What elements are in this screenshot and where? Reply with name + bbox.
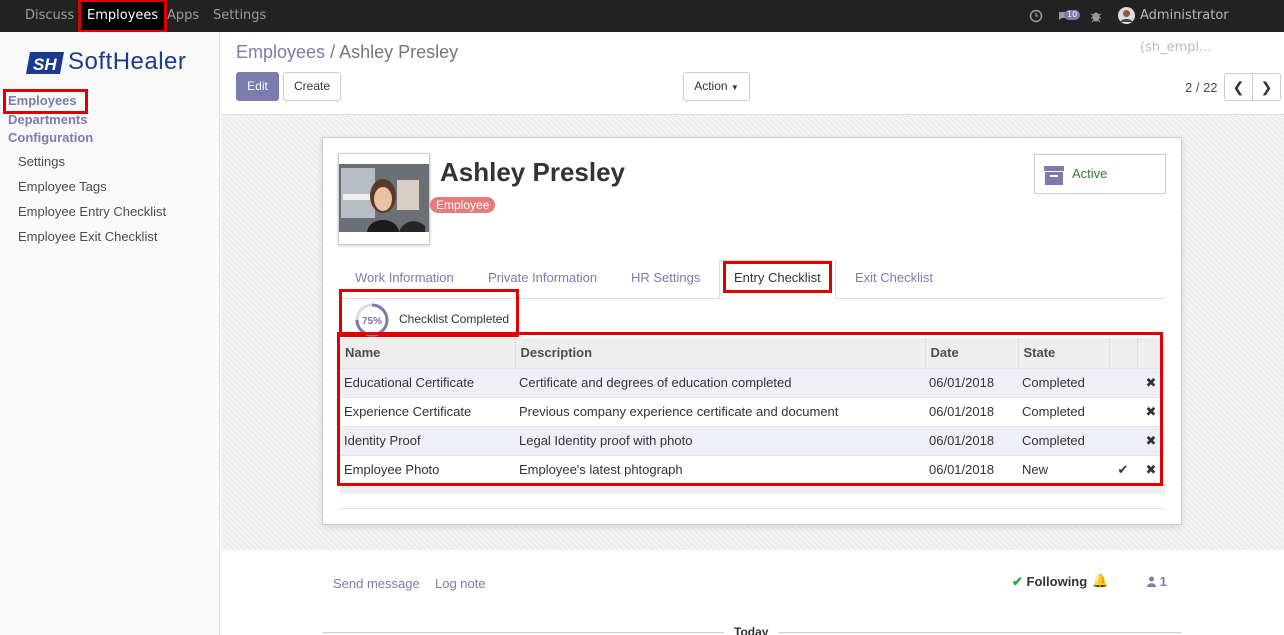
employee-name: Ashley Presley <box>440 157 626 187</box>
employee-photo[interactable] <box>338 153 430 245</box>
archive-icon <box>1044 166 1064 185</box>
nav-settings[interactable]: Settings <box>213 0 266 32</box>
tab-hr-settings[interactable]: HR Settings <box>631 270 700 285</box>
followers-button[interactable]: 1 <box>1147 574 1167 589</box>
user-name[interactable]: Administrator (sh_empl... <box>1140 0 1284 55</box>
today-label: Today <box>724 625 779 635</box>
svg-text:SH: SH <box>33 55 57 74</box>
log-note-link[interactable]: Log note <box>435 576 486 591</box>
top-navbar: Discuss Employees Apps Settings 10 Admin… <box>0 0 1284 55</box>
nav-employees[interactable]: Employees <box>77 0 168 33</box>
table-highlight <box>337 332 1163 486</box>
edit-button[interactable]: Edit <box>236 72 279 101</box>
notification-badge: 10 <box>1064 10 1081 20</box>
chevron-left-icon: ❮ <box>1232 79 1245 95</box>
bell-icon[interactable]: 🔔 <box>1092 574 1108 589</box>
sidebar-departments[interactable]: Departments <box>8 112 87 127</box>
action-dropdown[interactable]: Action ▼ <box>683 72 750 101</box>
person-icon <box>1147 576 1156 587</box>
sidebar-item-employee-tags[interactable]: Employee Tags <box>18 179 107 194</box>
followers-count: 1 <box>1159 574 1167 589</box>
checklist-completed-label: Checklist Completed <box>399 312 510 326</box>
pager-previous-button[interactable]: ❮ <box>1224 73 1253 101</box>
tab-entry-checklist[interactable]: Entry Checklist <box>723 261 832 293</box>
tab-work-information[interactable]: Work Information <box>355 270 454 285</box>
action-label: Action <box>694 79 728 93</box>
clock-icon[interactable] <box>1029 0 1043 32</box>
pager-value[interactable]: 2 / 22 <box>1185 80 1218 95</box>
following-label: Following <box>1026 574 1088 589</box>
tab-private-information[interactable]: Private Information <box>488 270 597 285</box>
progress-percent-text: 75% <box>362 316 382 327</box>
nav-discuss[interactable]: Discuss <box>25 0 74 32</box>
pager-next-button[interactable]: ❯ <box>1252 73 1281 101</box>
breadcrumb-employees[interactable]: Employees <box>236 42 325 62</box>
bug-icon[interactable] <box>1090 0 1102 32</box>
softhealer-logo-icon: SH <box>26 52 64 74</box>
tab-exit-checklist[interactable]: Exit Checklist <box>855 270 933 285</box>
caret-down-icon: ▼ <box>730 83 739 92</box>
sidebar-configuration[interactable]: Configuration <box>8 130 93 145</box>
user-avatar[interactable] <box>1118 0 1135 32</box>
chevron-right-icon: ❯ <box>1260 79 1273 95</box>
create-button[interactable]: Create <box>283 72 341 101</box>
active-status-label: Active <box>1072 166 1108 181</box>
check-icon: ✔ <box>1012 574 1023 589</box>
sidebar-item-settings[interactable]: Settings <box>18 154 65 169</box>
sidebar-item-entry-checklist[interactable]: Employee Entry Checklist <box>18 204 166 219</box>
breadcrumb: Employees / Ashley Presley <box>236 42 458 63</box>
send-message-link[interactable]: Send message <box>333 576 420 591</box>
form-separator <box>339 508 1165 509</box>
sidebar-item-exit-checklist[interactable]: Employee Exit Checklist <box>18 229 157 244</box>
employee-tag[interactable]: Employee <box>430 197 496 213</box>
breadcrumb-current: Ashley Presley <box>339 42 459 62</box>
following-button[interactable]: ✔ Following <box>1012 574 1087 590</box>
sidebar-employees[interactable]: Employees <box>3 89 88 114</box>
nav-apps[interactable]: Apps <box>167 0 199 32</box>
table-footer <box>340 484 1165 494</box>
breadcrumb-separator: / <box>330 42 336 62</box>
brand-name: SoftHealer <box>68 48 187 75</box>
